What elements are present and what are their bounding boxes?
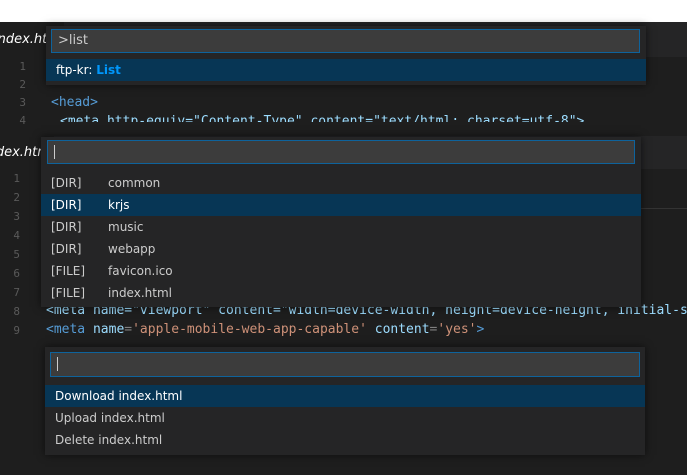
command-item-ftp-kr-list[interactable]: ftp-kr: List [46,59,646,81]
code-meta-apple: <meta name='apple-mobile-web-app-capable… [46,322,485,337]
file-item-music[interactable]: [DIR] music [41,216,641,238]
editor-divider [640,208,687,209]
command-input[interactable]: >list [51,29,640,53]
action-picker: Download index.html Upload index.html De… [45,347,645,455]
text-caret [54,144,55,159]
action-upload[interactable]: Upload index.html [45,407,645,429]
file-item-common[interactable]: [DIR] common [41,172,641,194]
code-head: <head> [51,95,98,110]
line-numbers-bottom: 1 2 3 4 5 6 7 8 9 [13,172,20,337]
action-download[interactable]: Download index.html [45,385,645,407]
command-palette: >list ftp-kr: List [46,26,646,85]
file-item-index-html[interactable]: [FILE] index.html [41,282,641,304]
code-meta-partial: <meta http-equiv="Content-Type" content=… [60,114,585,122]
action-picker-input[interactable] [50,352,640,377]
text-caret [57,356,58,371]
line-numbers-top: 1 2 3 4 [19,60,26,127]
file-picker: [DIR] common [DIR] krjs [DIR] music [DIR] we… [41,137,641,307]
file-item-krjs[interactable]: [DIR] krjs [41,194,641,216]
action-delete[interactable]: Delete index.html [45,429,645,451]
file-picker-input[interactable] [47,140,635,164]
file-item-favicon[interactable]: [FILE] favicon.ico [41,260,641,282]
file-item-webapp[interactable]: [DIR] webapp [41,238,641,260]
